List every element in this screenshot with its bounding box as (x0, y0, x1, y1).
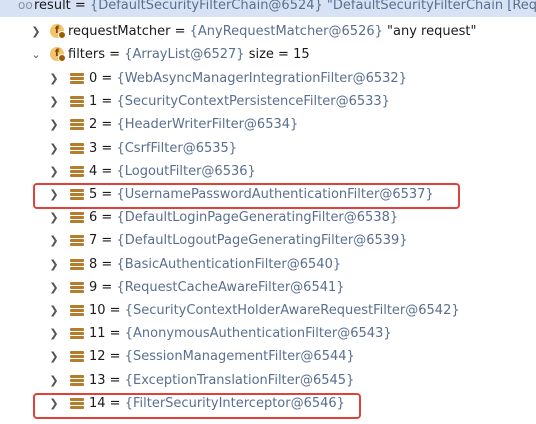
list-element-icon (70, 235, 84, 247)
list-element-icon (70, 73, 84, 84)
chevron-right-icon[interactable]: ❯ (48, 206, 60, 229)
chevron-right-icon[interactable]: ❯ (48, 67, 60, 90)
chevron-right-icon[interactable]: ❯ (48, 369, 60, 392)
field-icon: f (50, 47, 66, 62)
list-element-icon (70, 328, 84, 340)
item-value: {DefaultLogoutPageGeneratingFilter@6539} (116, 233, 408, 249)
item-value: {AnonymousAuthenticationFilter@6543} (124, 326, 392, 342)
list-item[interactable]: ❯ 2 = {HeaderWriterFilter@6534} (0, 113, 536, 136)
list-element-icon (70, 96, 84, 108)
filters-value: {ArrayList@6527} (124, 47, 245, 62)
request-matcher-row[interactable]: ❯ f requestMatcher = {AnyRequestMatcher@… (0, 20, 536, 43)
chevron-right-icon[interactable]: ❯ (48, 113, 60, 136)
item-index: 13 (89, 372, 106, 388)
chevron-right-icon[interactable]: ❯ (48, 229, 60, 252)
list-element-icon (70, 351, 84, 363)
item-index: 11 (89, 326, 106, 342)
chevron-right-icon[interactable]: ❯ (48, 345, 60, 368)
chevron-right-icon[interactable]: ❯ (30, 20, 42, 43)
chevron-right-icon[interactable]: ❯ (48, 322, 60, 345)
chevron-right-icon[interactable]: ❯ (48, 253, 60, 276)
field-icon: f (50, 24, 66, 39)
item-index: 12 (89, 349, 106, 365)
list-item[interactable]: ❯ 0 = {WebAsyncManagerIntegrationFilter@6… (0, 67, 536, 90)
highlight-box-item-5 (33, 183, 460, 209)
list-item[interactable]: ❯ 3 = {CsrfFilter@6535} (0, 137, 536, 160)
result-name: result (34, 0, 71, 13)
list-element-icon (70, 281, 84, 293)
highlight-box-item-14 (33, 393, 361, 419)
item-value: {HeaderWriterFilter@6534} (116, 117, 299, 133)
list-item[interactable]: ❯ 12 = {SessionManagementFilter@6544} (0, 345, 536, 368)
result-value: {DefaultSecurityFilterChain@6524} "Defau… (89, 0, 536, 13)
list-element-icon (70, 258, 84, 270)
item-value: {WebAsyncManagerIntegrationFilter@6532} (116, 71, 407, 86)
item-value: {SessionManagementFilter@6544} (124, 349, 355, 365)
list-element-icon (70, 119, 84, 131)
request-matcher-name: requestMatcher (68, 24, 171, 39)
item-value: {RequestCacheAwareFilter@6541} (116, 279, 345, 295)
item-value: {CsrfFilter@6535} (116, 140, 238, 156)
filters-row[interactable]: ⌄ f filters = {ArrayList@6527} size = 15 (0, 43, 536, 66)
item-value: {SecurityContextPersistenceFilter@6533} (116, 94, 390, 110)
item-value: {DefaultLoginPageGeneratingFilter@6538} (116, 210, 399, 226)
list-item[interactable]: ❯ 1 = {SecurityContextPersistenceFilter@6… (0, 90, 536, 113)
list-element-icon (70, 165, 84, 177)
list-element-icon (70, 142, 84, 154)
item-value: {BasicAuthenticationFilter@6540} (116, 256, 342, 272)
list-item[interactable]: ❯ 8 = {BasicAuthenticationFilter@6540} (0, 253, 536, 276)
chevron-right-icon[interactable]: ❯ (48, 299, 60, 322)
filters-name: filters (68, 47, 106, 62)
item-value: {ExceptionTranslationFilter@6545} (124, 372, 355, 388)
list-item[interactable]: ❯ 10 = {SecurityContextHolderAwareRequest… (0, 299, 536, 322)
item-index: 10 (89, 303, 106, 318)
result-row[interactable]: oo result = {DefaultSecurityFilterChain@… (0, 0, 536, 17)
list-item[interactable]: ❯ 6 = {DefaultLoginPageGeneratingFilter@6… (0, 206, 536, 229)
list-item[interactable]: ❯ 9 = {RequestCacheAwareFilter@6541} (0, 276, 536, 299)
watch-result-icon: oo (18, 0, 33, 12)
chevron-right-icon[interactable]: ❯ (48, 137, 60, 160)
item-value: {LogoutFilter@6536} (116, 163, 256, 179)
item-value: {SecurityContextHolderAwareRequestFilter… (124, 303, 460, 318)
chevron-right-icon[interactable]: ❯ (48, 90, 60, 113)
chevron-right-icon[interactable]: ❯ (48, 276, 60, 299)
list-item[interactable]: ❯ 7 = {DefaultLogoutPageGeneratingFilter@… (0, 229, 536, 252)
chevron-right-icon[interactable]: ❯ (48, 160, 60, 183)
filters-size: size = 15 (248, 47, 310, 62)
list-element-icon (70, 212, 84, 224)
request-matcher-value: {AnyRequestMatcher@6526} (189, 24, 383, 39)
list-element-icon (70, 305, 84, 316)
list-item[interactable]: ❯ 4 = {LogoutFilter@6536} (0, 160, 536, 183)
list-item[interactable]: ❯ 11 = {AnonymousAuthenticationFilter@654… (0, 322, 536, 345)
chevron-down-icon[interactable]: ⌄ (30, 43, 42, 66)
list-item[interactable]: ❯ 13 = {ExceptionTranslationFilter@6545} (0, 369, 536, 392)
request-matcher-string: "any request" (387, 24, 477, 39)
list-element-icon (70, 374, 84, 386)
